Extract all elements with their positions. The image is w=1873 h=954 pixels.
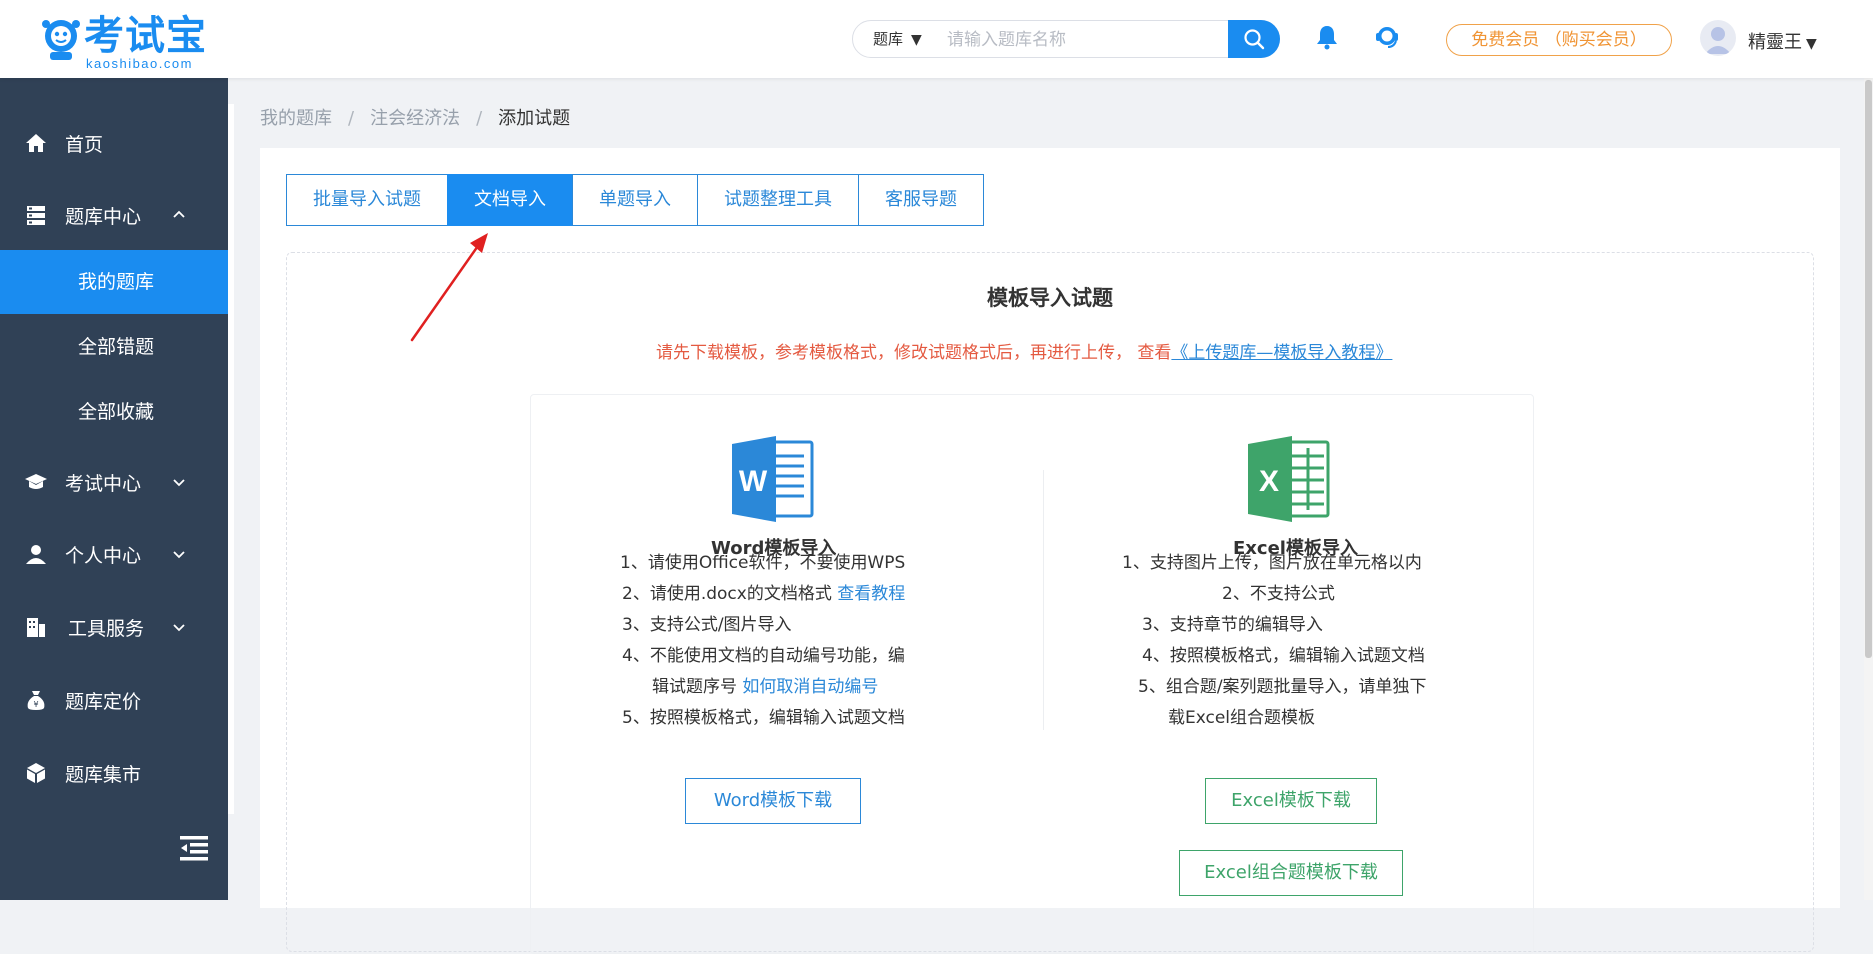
word-template-download-button[interactable]: Word模板下载	[685, 778, 861, 824]
sidebar-item-all-wrong[interactable]: 全部错题	[0, 315, 228, 379]
view-tutorial-link[interactable]: 查看教程	[837, 584, 905, 604]
cube-icon	[27, 763, 45, 783]
list-item: 4、按照模板格式，编辑输入试题文档	[1142, 646, 1425, 666]
tutorial-link[interactable]: 《上传题库—模板导入教程》	[1171, 343, 1392, 363]
svg-text:¥: ¥	[33, 700, 38, 709]
tab-batch-import[interactable]: 批量导入试题	[286, 174, 448, 226]
sidebar-item-personal-center[interactable]: 个人中心	[0, 522, 228, 586]
cancel-auto-numbering-link[interactable]: 如何取消自动编号	[742, 677, 878, 697]
sidebar-item-label: 题库集市	[65, 763, 142, 786]
collapse-sidebar-icon[interactable]	[178, 834, 210, 862]
page-scrollbar[interactable]	[1864, 78, 1873, 900]
breadcrumb: 我的题库 / 注会经济法 / 添加试题	[260, 104, 570, 130]
caret-down-icon: ▼	[911, 32, 922, 48]
sidebar: 首页 题库中心 我的题库 全部错题 全部收藏 考试中心 个人中心 工具服务 ¥ …	[0, 78, 228, 900]
import-tabs: 批量导入试题 文档导入 单题导入 试题整理工具 客服导题	[286, 174, 984, 226]
list-item: 3、支持章节的编辑导入	[1142, 615, 1323, 635]
search-bar: 题库 ▼	[852, 20, 1280, 58]
list-item: 4、不能使用文档的自动编号功能，编	[622, 646, 905, 666]
breadcrumb-separator: /	[476, 108, 483, 129]
logo-domain: kaoshibao.com	[86, 56, 193, 71]
site-logo[interactable]: 考试宝 kaoshibao.com	[40, 13, 210, 72]
chevron-down-icon	[173, 479, 185, 487]
scrollbar-thumb[interactable]	[1865, 80, 1872, 658]
notice-message: 请先下载模板，参考模板格式，修改试题格式后，再进行上传， 查看	[656, 343, 1172, 363]
list-item: 1、支持图片上传，图片放在单元格以内	[1122, 553, 1422, 573]
list-item: 1、请使用Office软件，不要使用WPS	[620, 553, 906, 573]
word-rules-list: 1、请使用Office软件，不要使用WPS 2、请使用.docx的文档格式 查看…	[620, 548, 905, 734]
chevron-down-icon	[173, 624, 185, 632]
sidebar-item-label: 考试中心	[65, 472, 142, 495]
breadcrumb-current: 添加试题	[498, 108, 571, 129]
sidebar-item-label: 个人中心	[65, 544, 142, 567]
list-item: 辑试题序号 如何取消自动编号	[620, 672, 905, 703]
sidebar-scrollbar[interactable]	[228, 104, 234, 814]
customer-service-icon[interactable]	[1372, 22, 1402, 52]
sidebar-item-label: 工具服务	[68, 617, 145, 640]
list-item: 2、不支持公式	[1222, 584, 1335, 604]
user-avatar-icon	[1705, 27, 1731, 54]
svg-text:W: W	[739, 465, 768, 498]
breadcrumb-separator: /	[348, 108, 355, 129]
mascot-logo-icon	[42, 20, 80, 60]
username-label: 精靈王	[1748, 32, 1802, 53]
red-annotation-arrow-icon	[410, 233, 488, 342]
notice-text: 请先下载模板，参考模板格式，修改试题格式后，再进行上传， 查看《上传题库—模板导…	[656, 338, 1392, 363]
bell-icon[interactable]	[1312, 22, 1342, 52]
search-type-select[interactable]: 题库 ▼	[873, 21, 922, 57]
search-button[interactable]	[1228, 20, 1280, 58]
list-item: 5、组合题/案列题批量导入，请单独下	[1138, 677, 1427, 697]
rule-text: 辑试题序号	[652, 677, 737, 697]
excel-document-icon: X	[1248, 436, 1330, 522]
sidebar-item-all-favorites[interactable]: 全部收藏	[0, 380, 228, 444]
tab-service-import[interactable]: 客服导题	[858, 174, 984, 226]
tab-single-import[interactable]: 单题导入	[572, 174, 698, 226]
avatar[interactable]	[1700, 20, 1736, 56]
rule-text: 2、请使用.docx的文档格式	[622, 584, 832, 604]
database-icon	[27, 206, 45, 225]
sidebar-item-tools[interactable]: 工具服务	[0, 595, 228, 659]
chevron-up-icon	[173, 210, 185, 218]
breadcrumb-item[interactable]: 我的题库	[260, 108, 332, 129]
excel-rules-list: 1、支持图片上传，图片放在单元格以内 2、不支持公式 3、支持章节的编辑导入 4…	[1122, 548, 1427, 734]
user-menu[interactable]: 精靈王 ▼	[1748, 28, 1817, 54]
building-icon	[27, 618, 45, 637]
top-header: 考试宝 kaoshibao.com 题库 ▼ 免费会员 （购买会员）	[0, 0, 1873, 78]
list-item: 2、请使用.docx的文档格式 查看教程	[620, 579, 905, 610]
search-icon	[1244, 29, 1265, 50]
sidebar-item-my-bank[interactable]: 我的题库	[0, 250, 228, 314]
money-bag-icon: ¥	[27, 691, 45, 710]
logo-text: 考试宝	[84, 13, 207, 59]
sidebar-item-home[interactable]: 首页	[0, 111, 228, 175]
sidebar-item-label: 首页	[65, 133, 104, 156]
tab-organize-tool[interactable]: 试题整理工具	[697, 174, 859, 226]
word-document-icon: W	[732, 436, 814, 522]
sidebar-item-pricing[interactable]: ¥ 题库定价	[0, 668, 228, 732]
graduation-icon	[25, 474, 47, 489]
vip-membership-button[interactable]: 免费会员 （购买会员）	[1446, 24, 1672, 56]
list-item: 载Excel组合题模板	[1168, 708, 1316, 728]
home-icon	[26, 134, 46, 152]
sidebar-item-label: 题库中心	[65, 205, 142, 228]
breadcrumb-item[interactable]: 注会经济法	[370, 108, 460, 129]
excel-template-download-button[interactable]: Excel模板下载	[1205, 778, 1377, 824]
list-item: 5、按照模板格式，编辑输入试题文档	[622, 708, 905, 728]
search-input[interactable]	[945, 22, 1179, 58]
column-divider	[1043, 470, 1044, 730]
sidebar-item-exam-center[interactable]: 考试中心	[0, 450, 228, 514]
search-type-label: 题库	[873, 30, 904, 48]
caret-down-icon: ▼	[1806, 36, 1817, 52]
user-icon	[26, 545, 46, 564]
chevron-down-icon	[173, 551, 185, 559]
svg-text:X: X	[1259, 465, 1279, 498]
excel-combo-template-download-button[interactable]: Excel组合题模板下载	[1179, 850, 1403, 896]
sidebar-item-label: 题库定价	[65, 690, 142, 713]
tab-document-import[interactable]: 文档导入	[447, 174, 573, 226]
list-item: 3、支持公式/图片导入	[622, 615, 792, 635]
sidebar-item-market[interactable]: 题库集市	[0, 741, 228, 805]
sidebar-item-bank-center[interactable]: 题库中心	[0, 183, 228, 247]
